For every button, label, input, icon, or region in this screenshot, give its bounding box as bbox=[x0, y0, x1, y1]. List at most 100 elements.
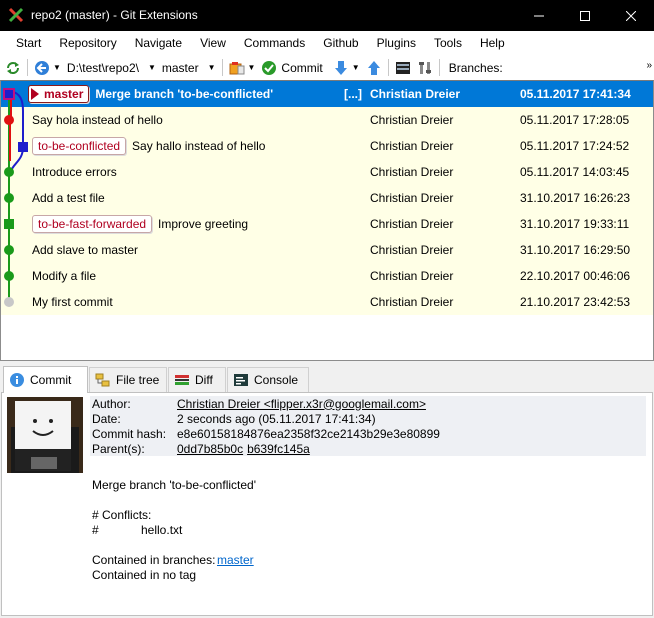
author-cell: Christian Dreier bbox=[370, 87, 461, 101]
conflicts-header: # Conflicts: bbox=[92, 508, 152, 522]
toolbar-overflow-icon[interactable]: » bbox=[646, 60, 652, 71]
date-row: Date: 2 seconds ago (05.11.2017 17:41:34… bbox=[90, 411, 646, 426]
more-refs-indicator: [...] bbox=[344, 87, 362, 101]
branches-filter-label: Branches: bbox=[448, 60, 503, 75]
hash-row: Commit hash: e8e60158184876ea2358f32ce21… bbox=[90, 426, 646, 441]
tab-diff[interactable]: Diff bbox=[168, 367, 226, 392]
pull-button[interactable]: ▼ bbox=[330, 57, 363, 79]
tab-commit[interactable]: Commit bbox=[3, 366, 88, 393]
graph-node bbox=[4, 115, 14, 125]
date-cell: 05.11.2017 14:03:45 bbox=[520, 165, 630, 179]
branch-ref-tag[interactable]: to-be-conflicted bbox=[32, 137, 127, 155]
commit-check-icon bbox=[262, 60, 277, 75]
date-cell: 05.11.2017 17:28:05 bbox=[520, 113, 630, 127]
commit-message: Introduce errors bbox=[32, 165, 117, 179]
console-icon bbox=[234, 374, 248, 386]
toolbar-separator bbox=[221, 59, 223, 76]
working-directory-path: D:\test\repo2\ bbox=[66, 60, 139, 75]
navigate-button[interactable]: ▼ bbox=[31, 57, 64, 79]
commit-message: My first commit bbox=[32, 295, 113, 309]
maximize-button[interactable] bbox=[562, 0, 608, 31]
stash-button[interactable]: ▼ bbox=[226, 57, 259, 79]
parents-key: Parent(s): bbox=[92, 441, 145, 456]
refresh-button[interactable] bbox=[2, 57, 24, 79]
chevron-down-icon: ▼ bbox=[147, 63, 156, 72]
terminal-icon bbox=[395, 61, 410, 74]
settings-tools-icon bbox=[418, 61, 431, 74]
commit-button-label: Commit bbox=[281, 60, 323, 75]
branch-ref-tag[interactable]: master bbox=[28, 85, 90, 103]
date-cell: 21.10.2017 23:42:53 bbox=[520, 295, 631, 309]
working-directory-dropdown[interactable]: D:\test\repo2\ ▼ bbox=[64, 57, 159, 79]
head-arrow-icon bbox=[31, 88, 39, 100]
author-link[interactable]: Christian Dreier <flipper.x3r@googlemail… bbox=[177, 397, 426, 411]
commit-message: Improve greeting bbox=[158, 217, 249, 231]
tab-label: Console bbox=[254, 373, 299, 387]
minimize-button[interactable] bbox=[516, 0, 562, 31]
chevron-down-icon: ▼ bbox=[53, 63, 61, 72]
contained-tags-text: Contained in no tag bbox=[92, 568, 197, 582]
navigate-arrow-icon bbox=[35, 60, 49, 75]
hash-value: e8e60158184876ea2358f32ce2143b29e3e80899 bbox=[177, 426, 440, 441]
settings-button[interactable] bbox=[414, 57, 436, 79]
revision-message-cell: to-be-fast-forwarded Improve greeting bbox=[32, 211, 248, 237]
diff-icon bbox=[175, 375, 189, 385]
toolbar: ▼ D:\test\repo2\ ▼ master ▼ ▼ Commit ▼ B… bbox=[0, 55, 654, 80]
push-button[interactable] bbox=[363, 57, 385, 79]
contained-branch-link[interactable]: master bbox=[217, 553, 254, 567]
menu-commands[interactable]: Commands bbox=[235, 32, 314, 54]
author-cell: Christian Dreier bbox=[370, 243, 454, 257]
window-title: repo2 (master) - Git Extensions bbox=[31, 8, 198, 22]
menu-repository[interactable]: Repository bbox=[50, 32, 125, 54]
graph-node bbox=[4, 193, 14, 203]
tab-label: Diff bbox=[195, 373, 213, 387]
hash-key: Commit hash: bbox=[92, 426, 167, 441]
revision-message-cell: to-be-conflicted Say hallo instead of he… bbox=[32, 133, 265, 159]
revision-message-cell: My first commit bbox=[32, 289, 113, 315]
git-bash-button[interactable] bbox=[392, 57, 414, 79]
branch-ref-label: master bbox=[44, 87, 84, 101]
menu-tools[interactable]: Tools bbox=[425, 32, 471, 54]
close-button[interactable] bbox=[608, 0, 654, 31]
date-cell: 31.10.2017 16:26:23 bbox=[520, 191, 631, 205]
toolbar-separator bbox=[27, 59, 28, 76]
revision-message-cell: master Merge branch 'to-be-conflicted' bbox=[28, 81, 273, 107]
parent-link[interactable]: 0dd7b85b0c bbox=[177, 442, 243, 456]
commit-message: Add a test file bbox=[32, 191, 105, 205]
author-avatar bbox=[7, 397, 83, 473]
commit-message: Add slave to master bbox=[32, 243, 139, 257]
menu-help[interactable]: Help bbox=[471, 32, 514, 54]
maximize-icon bbox=[580, 10, 590, 21]
parents-row: Parent(s): 0dd7b85b0c b639fc145a bbox=[90, 441, 646, 456]
menu-view[interactable]: View bbox=[191, 32, 235, 54]
commit-message: Modify a file bbox=[32, 269, 97, 283]
parent-link[interactable]: b639fc145a bbox=[247, 442, 310, 456]
branch-ref-tag[interactable]: to-be-fast-forwarded bbox=[32, 215, 153, 233]
date-cell: 05.11.2017 17:24:52 bbox=[520, 139, 630, 153]
revision-grid[interactable]: master Merge branch 'to-be-conflicted' [… bbox=[0, 80, 654, 361]
revision-message-cell: Add a test file bbox=[32, 185, 105, 211]
commit-message: Merge branch 'to-be-conflicted' bbox=[95, 87, 274, 101]
commit-message: Say hallo instead of hello bbox=[132, 139, 266, 153]
date-value: 2 seconds ago (05.11.2017 17:41:34) bbox=[177, 411, 376, 426]
menu-github[interactable]: Github bbox=[314, 32, 367, 54]
author-cell: Christian Dreier bbox=[370, 217, 454, 231]
branches-filter-input[interactable] bbox=[507, 57, 638, 78]
detail-tab-bar: Commit File tree Diff Console bbox=[0, 366, 654, 393]
menu-navigate[interactable]: Navigate bbox=[126, 32, 191, 54]
author-cell: Christian Dreier bbox=[370, 295, 454, 309]
menu-plugins[interactable]: Plugins bbox=[368, 32, 425, 54]
graph-node bbox=[4, 167, 14, 177]
tab-file-tree[interactable]: File tree bbox=[89, 367, 167, 392]
stash-icon bbox=[229, 61, 244, 74]
menu-start[interactable]: Start bbox=[7, 32, 50, 54]
toolbar-separator bbox=[438, 59, 440, 76]
minimize-icon bbox=[534, 15, 544, 16]
graph-node bbox=[4, 297, 14, 307]
chevron-down-icon: ▼ bbox=[351, 63, 360, 72]
commit-button[interactable]: Commit bbox=[258, 57, 329, 79]
branch-dropdown[interactable]: master ▼ bbox=[159, 57, 219, 79]
title-bar: repo2 (master) - Git Extensions bbox=[0, 0, 654, 31]
graph-node bbox=[4, 245, 14, 255]
tab-console[interactable]: Console bbox=[227, 367, 309, 392]
